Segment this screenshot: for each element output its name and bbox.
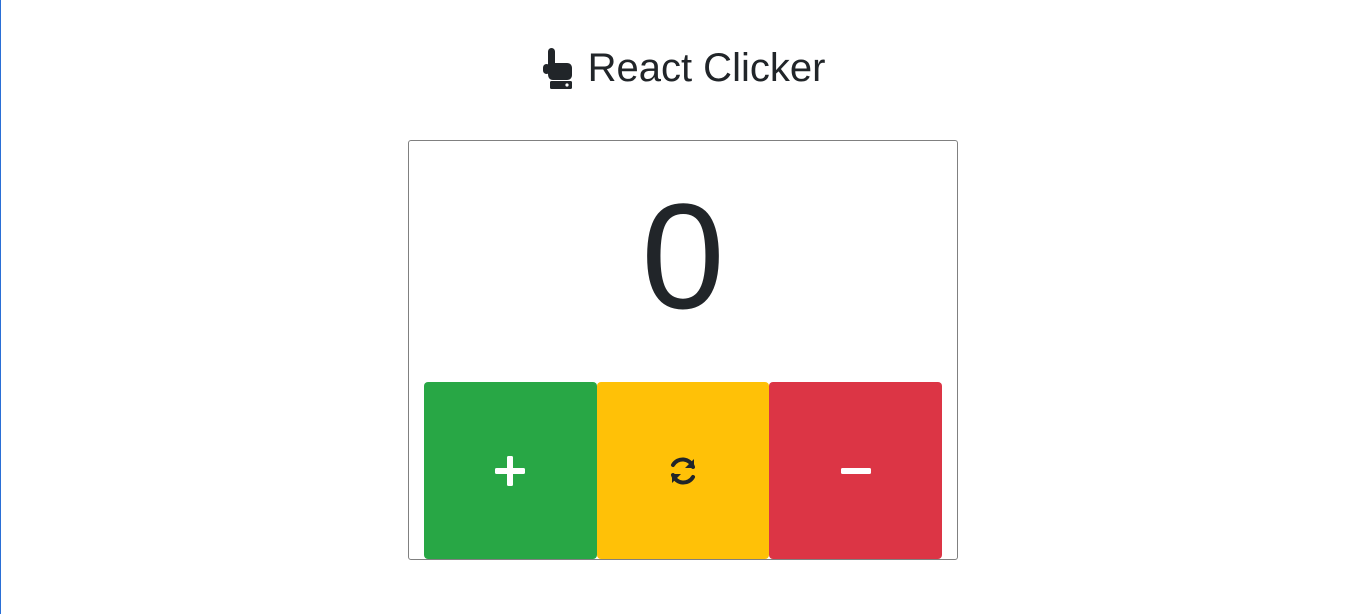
minus-icon [840,467,871,475]
page-title: React Clicker [587,46,826,90]
counter-value: 0 [641,172,725,340]
counter-card: 0 [408,140,958,560]
hand-pointer-icon [540,46,574,90]
plus-icon [495,455,526,486]
refresh-icon [667,455,699,487]
reset-button[interactable] [596,382,770,559]
increment-button[interactable] [424,382,597,559]
button-row [424,382,943,559]
page-header: React Clicker [0,38,1365,98]
decrement-button[interactable] [769,382,943,559]
